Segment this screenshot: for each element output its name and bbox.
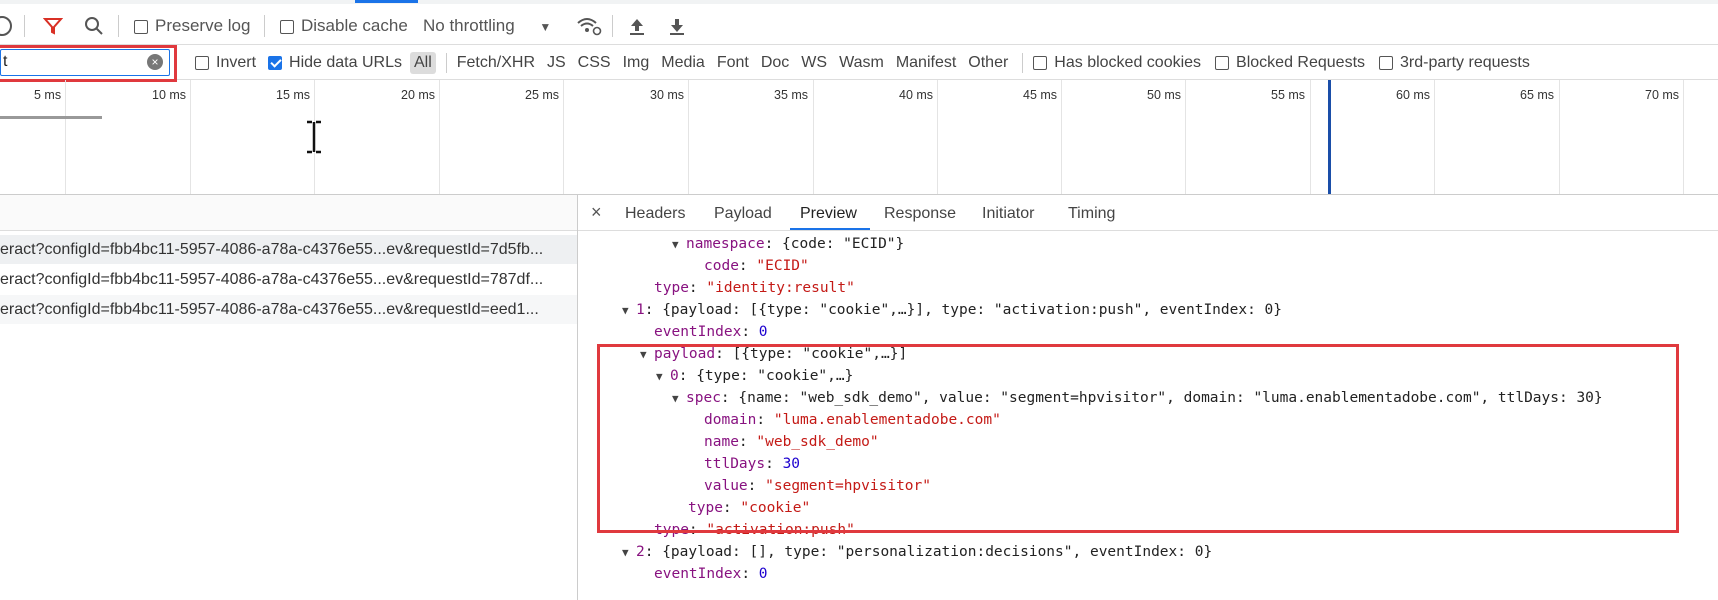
close-icon[interactable]: × (591, 202, 602, 223)
search-icon[interactable] (84, 16, 104, 36)
type-filter-media[interactable]: Media (661, 54, 705, 72)
type-filter-fetch-xhr[interactable]: Fetch/XHR (457, 54, 535, 72)
timeline-tick: 35 ms (774, 88, 809, 102)
tab-preview[interactable]: Preview (800, 205, 857, 223)
timeline-tick: 15 ms (276, 88, 311, 102)
hide-data-urls-checkbox[interactable]: Hide data URLs (268, 54, 402, 72)
expand-toggle-icon[interactable]: ▼ (622, 546, 636, 559)
timeline-tick: 30 ms (650, 88, 685, 102)
third-party-requests-box[interactable] (1379, 55, 1394, 70)
timeline-tick: 40 ms (899, 88, 934, 102)
timeline-tick: 60 ms (1396, 88, 1431, 102)
expand-toggle-icon[interactable]: ▼ (622, 304, 636, 317)
timeline-tick: 70 ms (1645, 88, 1680, 102)
request-row[interactable]: eract?configId=fbb4bc11-5957-4086-a78a-c… (0, 235, 577, 264)
third-party-requests-checkbox[interactable]: 3rd-party requests (1379, 54, 1530, 72)
preserve-log-box[interactable] (134, 19, 148, 34)
filter-options: Invert Hide data URLs All Fetch/XHR JS C… (195, 49, 1530, 77)
payload-highlight-box (597, 344, 1679, 533)
type-filter-css[interactable]: CSS (578, 54, 611, 72)
filter-separator (445, 53, 447, 73)
text-cursor-icon (307, 120, 321, 154)
timeline-overview[interactable]: 5 ms 10 ms 15 ms 20 ms 25 ms 30 ms 35 ms… (0, 80, 1718, 195)
preserve-log-checkbox[interactable]: Preserve log (134, 16, 250, 36)
disable-cache-checkbox[interactable]: Disable cache (280, 16, 408, 36)
wifi-settings-icon[interactable] (576, 16, 602, 36)
has-blocked-cookies-box[interactable] (1033, 55, 1048, 70)
request-row[interactable]: eract?configId=fbb4bc11-5957-4086-a78a-c… (0, 265, 577, 294)
type-filter-doc[interactable]: Doc (761, 54, 789, 72)
import-har-icon[interactable] (628, 16, 646, 36)
timeline-tick: 5 ms (34, 88, 62, 102)
active-tab-indicator (790, 228, 870, 230)
tab-response[interactable]: Response (884, 205, 956, 223)
timeline-tick: 55 ms (1271, 88, 1306, 102)
timeline-tick: 20 ms (401, 88, 436, 102)
timeline-tick: 45 ms (1023, 88, 1058, 102)
tree-line: type: "identity:result" (654, 280, 855, 296)
has-blocked-cookies-checkbox[interactable]: Has blocked cookies (1033, 54, 1201, 72)
invert-box[interactable] (195, 55, 209, 70)
timeline-tick: 10 ms (152, 88, 187, 102)
tab-headers[interactable]: Headers (625, 205, 685, 223)
type-filter-img[interactable]: Img (623, 54, 650, 72)
filter-input[interactable]: t × (0, 49, 170, 76)
network-toolbar: Preserve log Disable cache No throttling… (0, 8, 1718, 45)
filter-icon[interactable] (43, 17, 63, 35)
type-filter-all[interactable]: All (409, 52, 436, 74)
blocked-requests-checkbox[interactable]: Blocked Requests (1215, 54, 1365, 72)
type-filter-font[interactable]: Font (717, 54, 749, 72)
tree-line: eventIndex: 0 (654, 566, 768, 582)
tab-payload[interactable]: Payload (714, 205, 772, 223)
top-strip (0, 0, 1718, 4)
tree-line: eventIndex: 0 (654, 324, 768, 340)
invert-checkbox[interactable]: Invert (195, 54, 256, 72)
timeline-tick: 50 ms (1147, 88, 1182, 102)
chevron-down-icon: ▼ (539, 20, 552, 34)
disable-cache-box[interactable] (280, 19, 294, 34)
clear-icon[interactable] (0, 16, 12, 36)
expand-toggle-icon[interactable]: ▼ (672, 238, 686, 251)
timeline-tick: 25 ms (525, 88, 560, 102)
tree-line[interactable]: ▼ 2: {payload: [], type: "personalization… (622, 544, 1212, 560)
blocked-requests-box[interactable] (1215, 55, 1230, 70)
request-row[interactable]: eract?configId=fbb4bc11-5957-4086-a78a-c… (0, 295, 577, 324)
tab-initiator[interactable]: Initiator (982, 205, 1034, 223)
tree-line[interactable]: ▼ 1: {payload: [{type: "cookie",…}], type… (622, 302, 1282, 318)
tree-line[interactable]: ▼ namespace: {code: "ECID"} (672, 236, 904, 252)
tab-timing[interactable]: Timing (1068, 205, 1115, 223)
export-har-icon[interactable] (668, 16, 686, 36)
request-list-header (0, 195, 577, 231)
throttling-select[interactable]: No throttling ▼ (423, 16, 551, 36)
top-strip-accent (355, 0, 418, 3)
filter-separator (1022, 53, 1024, 73)
timeline-tick: 65 ms (1520, 88, 1555, 102)
timeline-request-bar (0, 116, 102, 119)
timeline-load-marker (1328, 80, 1331, 194)
request-list: eract?configId=fbb4bc11-5957-4086-a78a-c… (0, 231, 577, 600)
type-filter-other[interactable]: Other (968, 54, 1008, 72)
type-filter-ws[interactable]: WS (801, 54, 827, 72)
type-filter-js[interactable]: JS (547, 54, 566, 72)
type-filter-manifest[interactable]: Manifest (896, 54, 956, 72)
hide-data-urls-box[interactable] (268, 55, 283, 70)
type-filter-wasm[interactable]: Wasm (839, 54, 884, 72)
tree-line: code: "ECID" (704, 258, 809, 274)
clear-filter-icon[interactable]: × (147, 54, 163, 70)
